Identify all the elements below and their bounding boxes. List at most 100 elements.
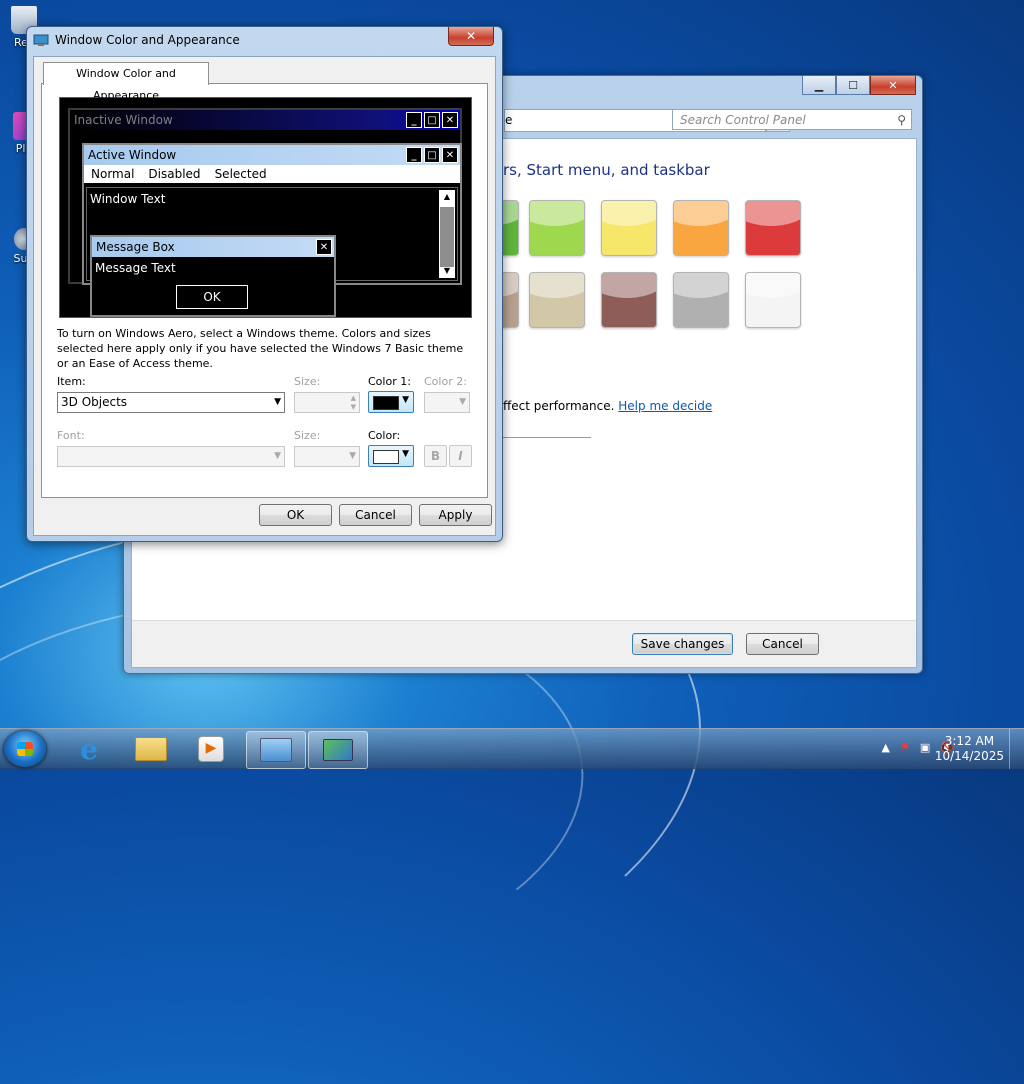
font-size-label: Size: [294, 429, 321, 442]
dialog-close-button[interactable]: ✕ [448, 27, 494, 46]
internet-explorer-icon: e [80, 732, 98, 766]
aero-description: To turn on Windows Aero, select a Window… [57, 327, 464, 370]
message-box-title: Message Box [96, 240, 175, 254]
tab-page: Inactive Window _ □ ✕ Active Window _ □ … [41, 83, 488, 498]
color1-label: Color 1: [368, 375, 411, 388]
color2-picker: ▼ [424, 392, 470, 413]
ok-button[interactable]: OK [259, 504, 332, 526]
item-select[interactable]: 3D Objects ▼ [57, 392, 285, 413]
footer-bar: Save changes Cancel [132, 620, 916, 667]
caption-buttons: ▁ ☐ ✕ [802, 76, 916, 95]
font-size-select: ▼ [294, 446, 360, 467]
display-icon [323, 739, 353, 761]
close-icon: ✕ [316, 239, 332, 255]
active-window-title: Active Window [88, 148, 177, 162]
color-label: Color: [368, 429, 401, 442]
clock-time: 3:12 AM [944, 734, 995, 748]
cancel-button[interactable]: Cancel [339, 504, 412, 526]
cancel-button[interactable]: Cancel [746, 633, 819, 655]
close-icon: ✕ [465, 29, 477, 43]
minimize-icon: ▁ [814, 78, 824, 92]
show-hidden-icons-icon[interactable]: ▲ [882, 741, 890, 754]
maximize-button[interactable]: ☐ [836, 76, 870, 95]
control-panel-icon [260, 738, 292, 762]
chevron-down-icon: ▼ [349, 451, 356, 461]
preview-message-box: Message Box ✕ Message Text OK [90, 235, 336, 317]
chevron-down-icon: ▼ [443, 266, 451, 275]
taskbar-internet-explorer[interactable]: e [60, 731, 118, 767]
menu-disabled: Disabled [148, 167, 201, 181]
minimize-icon: _ [406, 147, 422, 163]
dialog-title: Window Color and Appearance [55, 33, 240, 47]
chevron-down-icon: ▼ [402, 449, 409, 459]
message-text: Message Text [95, 261, 176, 275]
system-clock[interactable]: 3:12 AM 10/14/2025 [935, 734, 1004, 764]
taskbar-window-color[interactable] [308, 731, 368, 769]
maximize-icon: □ [424, 147, 440, 163]
close-icon: ✕ [442, 112, 458, 128]
font-color-swatch [373, 450, 399, 464]
color-swatch[interactable] [601, 200, 657, 256]
color-swatch[interactable] [601, 272, 657, 328]
window-text: Window Text [90, 192, 166, 206]
save-changes-button[interactable]: Save changes [632, 633, 733, 655]
media-player-icon: ▶ [198, 736, 224, 762]
color-swatch[interactable] [529, 200, 585, 256]
window-color-dialog: Window Color and Appearance ✕ Window Col… [26, 26, 503, 542]
help-me-decide-link[interactable]: Help me decide [618, 399, 712, 413]
taskbar-file-explorer[interactable] [122, 731, 180, 767]
stepper-icon: ▲ ▼ [350, 394, 356, 411]
clock-date: 10/14/2025 [934, 749, 1004, 763]
appearance-preview[interactable]: Inactive Window _ □ ✕ Active Window _ □ … [59, 97, 472, 318]
search-icon[interactable]: ⚲ [897, 110, 906, 131]
apply-button[interactable]: Apply [419, 504, 492, 526]
show-desktop-button[interactable] [1009, 729, 1024, 769]
action-center-icon[interactable]: ⚑ [900, 741, 910, 754]
dialog-body: Window Color and Appearance Inactive Win… [33, 56, 496, 536]
chevron-down-icon: ▼ [274, 397, 281, 407]
page-heading: rs, Start menu, and taskbar [503, 161, 710, 179]
search-input[interactable]: Search Control Panel ⚲ [672, 109, 912, 130]
minimize-icon: _ [406, 112, 422, 128]
taskbar: e ▶ ▲ ⚑ ▣ 🔇 3:12 AM 10/14/2025 [0, 728, 1024, 769]
display-icon [33, 34, 49, 46]
minimize-button[interactable]: ▁ [802, 76, 836, 95]
color-swatch[interactable] [529, 272, 585, 328]
italic-button: I [449, 445, 472, 467]
chevron-up-icon: ▲ [443, 192, 451, 201]
chevron-down-icon: ▼ [459, 397, 466, 407]
preview-scrollbar: ▲ ▼ [439, 190, 455, 278]
close-icon: ✕ [888, 78, 898, 92]
maximize-icon: □ [424, 112, 440, 128]
menu-normal: Normal [91, 167, 135, 181]
color-swatch[interactable] [673, 200, 729, 256]
color1-swatch [373, 396, 399, 410]
size-label: Size: [294, 375, 321, 388]
color-swatch[interactable] [745, 272, 801, 328]
inactive-window-title: Inactive Window [74, 113, 173, 127]
network-icon[interactable]: ▣ [920, 741, 930, 754]
preview-ok-button: OK [176, 285, 248, 309]
maximize-icon: ☐ [848, 78, 858, 92]
color-swatch[interactable] [745, 200, 801, 256]
taskbar-control-panel[interactable] [246, 731, 306, 769]
menu-selected: Selected [214, 167, 267, 181]
item-label: Item: [57, 375, 86, 388]
folder-icon [135, 737, 167, 761]
preview-menu-bar: Normal Disabled Selected [84, 165, 460, 183]
font-color-picker[interactable]: ▼ [368, 445, 414, 467]
taskbar-media-player[interactable]: ▶ [182, 731, 240, 767]
start-button[interactable] [4, 731, 46, 767]
color1-picker[interactable]: ▼ [368, 391, 414, 413]
divider [503, 437, 591, 438]
size-stepper: ▲ ▼ [294, 392, 360, 413]
chevron-down-icon: ▼ [402, 395, 409, 405]
tab-window-color[interactable]: Window Color and Appearance [43, 62, 209, 102]
bold-button: B [424, 445, 447, 467]
font-label: Font: [57, 429, 85, 442]
performance-note: ffect performance. Help me decide [503, 399, 713, 413]
color-swatch[interactable] [673, 272, 729, 328]
color2-label: Color 2: [424, 375, 467, 388]
chevron-down-icon: ▼ [274, 451, 281, 461]
close-button[interactable]: ✕ [870, 76, 916, 95]
